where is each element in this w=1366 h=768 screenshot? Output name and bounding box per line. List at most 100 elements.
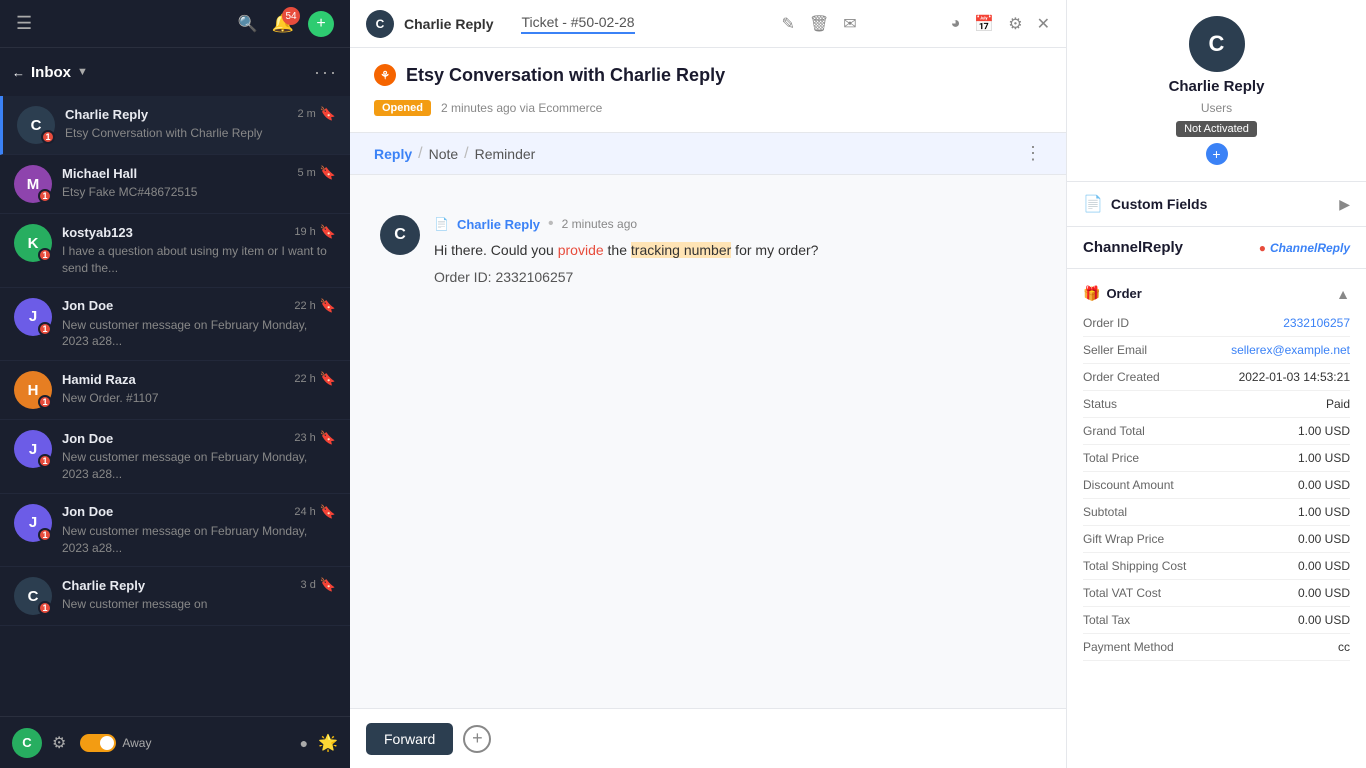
conversation-content: Hamid Raza 22 h 🔖 New Order. #1107 xyxy=(62,371,336,407)
message-text-part2: the xyxy=(604,242,631,258)
conversation-top: Jon Doe 24 h 🔖 xyxy=(62,504,336,520)
conversation-item[interactable]: H1 Hamid Raza 22 h 🔖 New Order. #1107 xyxy=(0,361,350,420)
order-title-group: 🎁 Order xyxy=(1083,285,1142,302)
conversation-content: Jon Doe 24 h 🔖 New customer message on F… xyxy=(62,504,336,557)
conversation-top: Charlie Reply 3 d 🔖 xyxy=(62,577,336,593)
chart-icon[interactable]: ◕ xyxy=(951,15,961,33)
sidebar-footer: C ⚙ Away ● 🌟 xyxy=(0,716,350,768)
conversation-item[interactable]: C1 Charlie Reply 2 m 🔖 Etsy Conversation… xyxy=(0,96,350,155)
conversation-content: Charlie Reply 3 d 🔖 New customer message… xyxy=(62,577,336,613)
unread-badge: 1 xyxy=(38,322,52,336)
conversation-item[interactable]: C1 Charlie Reply 3 d 🔖 New customer mess… xyxy=(0,567,350,626)
message-avatar: C xyxy=(380,215,420,255)
conversation-item[interactable]: J1 Jon Doe 24 h 🔖 New customer message o… xyxy=(0,494,350,568)
conversation-item[interactable]: K1 kostyab123 19 h 🔖 I have a question a… xyxy=(0,214,350,288)
etsy-icon: ⚘ xyxy=(374,64,396,86)
field-label: Total Shipping Cost xyxy=(1083,559,1217,573)
conversation-top: Jon Doe 22 h 🔖 xyxy=(62,298,336,314)
dropdown-arrow-icon: ▼ xyxy=(77,66,88,78)
add-action-button[interactable]: + xyxy=(463,725,491,753)
field-label: Gift Wrap Price xyxy=(1083,532,1217,546)
reply-options-icon[interactable]: ⋮ xyxy=(1024,143,1042,164)
order-field-row: StatusPaid xyxy=(1083,391,1350,418)
field-value[interactable]: sellerex@example.net xyxy=(1217,343,1351,357)
field-value: cc xyxy=(1217,640,1351,654)
avatar: C1 xyxy=(17,106,55,144)
footer-right: ● 🌟 xyxy=(300,733,338,753)
sidebar-nav: ← Inbox ▼ ··· xyxy=(0,48,350,96)
nav-dots-button[interactable]: ··· xyxy=(314,62,338,83)
message-text-tracking: tracking number xyxy=(631,242,731,258)
header-ticket-number[interactable]: Ticket - #50-02-28 xyxy=(521,14,634,34)
bookmark-icon: 🔖 xyxy=(320,371,336,387)
message-block: C 📄 Charlie Reply • 2 minutes ago Hi the… xyxy=(380,215,1036,285)
status-badge: Opened xyxy=(374,100,431,116)
help-icon[interactable]: ● xyxy=(300,735,308,751)
header-contact-name: Charlie Reply xyxy=(404,16,493,32)
conversation-top: Hamid Raza 22 h 🔖 xyxy=(62,371,336,387)
conversation-item[interactable]: J1 Jon Doe 23 h 🔖 New customer message o… xyxy=(0,420,350,494)
edit-icon[interactable]: ✎ xyxy=(782,14,795,34)
toggle-track[interactable] xyxy=(80,734,116,752)
inbox-dropdown[interactable]: ← Inbox ▼ xyxy=(12,64,88,81)
conversation-name: kostyab123 xyxy=(62,225,133,240)
message-time: 2 minutes ago xyxy=(562,217,637,231)
conversation-preview: New customer message on xyxy=(62,596,282,613)
header-actions: ✎ 🗑 ✉ ◕ 📅 ⚙ ✕ xyxy=(782,14,1050,34)
user-avatar[interactable]: C xyxy=(12,728,42,758)
conversation-preview: New Order. #1107 xyxy=(62,390,282,407)
message-sender: Charlie Reply xyxy=(457,217,540,232)
conversation-top: kostyab123 19 h 🔖 xyxy=(62,224,336,240)
right-panel-role: Users xyxy=(1201,101,1232,115)
notification-button[interactable]: 🔔 54 xyxy=(272,13,294,34)
tab-separator: / xyxy=(418,145,422,163)
conversation-title-bar: ⚘ Etsy Conversation with Charlie Reply O… xyxy=(350,48,1066,133)
settings-icon[interactable]: ⚙ xyxy=(52,733,66,753)
tab-reminder[interactable]: Reminder xyxy=(475,146,536,162)
conversation-preview: New customer message on February Monday,… xyxy=(62,523,336,557)
avatar: J1 xyxy=(14,430,52,468)
monitor-icon[interactable]: 📅 xyxy=(974,14,994,34)
add-info-button[interactable]: + xyxy=(1206,143,1228,165)
chevron-right-icon: ▶ xyxy=(1339,196,1350,213)
conversation-name: Jon Doe xyxy=(62,431,113,446)
conversation-time: 22 h 🔖 xyxy=(294,371,336,387)
add-button[interactable]: + xyxy=(308,11,334,37)
unread-badge: 1 xyxy=(38,601,52,615)
conversation-list: C1 Charlie Reply 2 m 🔖 Etsy Conversation… xyxy=(0,96,350,716)
forward-button[interactable]: Forward xyxy=(366,723,453,755)
menu-icon[interactable]: ☰ xyxy=(16,13,32,34)
conversation-item[interactable]: J1 Jon Doe 22 h 🔖 New customer message o… xyxy=(0,288,350,362)
field-label: Total Price xyxy=(1083,451,1217,465)
field-value: 0.00 USD xyxy=(1217,532,1351,546)
away-toggle[interactable]: Away xyxy=(80,734,151,752)
conversation-item[interactable]: M1 Michael Hall 5 m 🔖 Etsy Fake MC#48672… xyxy=(0,155,350,214)
toggle-thumb xyxy=(100,736,114,750)
conversation-content: Charlie Reply 2 m 🔖 Etsy Conversation wi… xyxy=(65,106,336,142)
gear-icon[interactable]: ⚙ xyxy=(1008,14,1022,34)
custom-fields-section[interactable]: 📄 Custom Fields ▶ xyxy=(1067,182,1366,227)
conversation-time: 2 m 🔖 xyxy=(297,106,336,122)
delete-icon[interactable]: 🗑 xyxy=(809,14,829,34)
field-label: Total Tax xyxy=(1083,613,1217,627)
tab-note[interactable]: Note xyxy=(429,146,459,162)
field-value[interactable]: 2332106257 xyxy=(1217,316,1351,330)
message-body: 📄 Charlie Reply • 2 minutes ago Hi there… xyxy=(434,215,1036,285)
unread-badge: 1 xyxy=(41,130,55,144)
reply-tabs: Reply / Note / Reminder xyxy=(374,145,535,163)
order-field-row: Seller Emailsellerex@example.net xyxy=(1083,337,1350,364)
conversation-preview: Etsy Fake MC#48672515 xyxy=(62,184,282,201)
collapse-order-icon[interactable]: ▲ xyxy=(1336,286,1350,302)
unread-badge: 1 xyxy=(38,189,52,203)
search-icon[interactable]: 🔍 xyxy=(238,14,258,34)
color-palette-icon[interactable]: 🌟 xyxy=(318,733,338,753)
conversation-name: Jon Doe xyxy=(62,504,113,519)
conversation-name: Charlie Reply xyxy=(62,578,145,593)
order-field-row: Subtotal1.00 USD xyxy=(1083,499,1350,526)
email-icon[interactable]: ✉ xyxy=(843,14,856,34)
close-icon[interactable]: ✕ xyxy=(1037,14,1050,34)
conversation-time-meta: 2 minutes ago via Ecommerce xyxy=(441,101,602,115)
tab-reply[interactable]: Reply xyxy=(374,146,412,162)
field-value: 1.00 USD xyxy=(1217,451,1351,465)
field-value: 1.00 USD xyxy=(1217,424,1351,438)
